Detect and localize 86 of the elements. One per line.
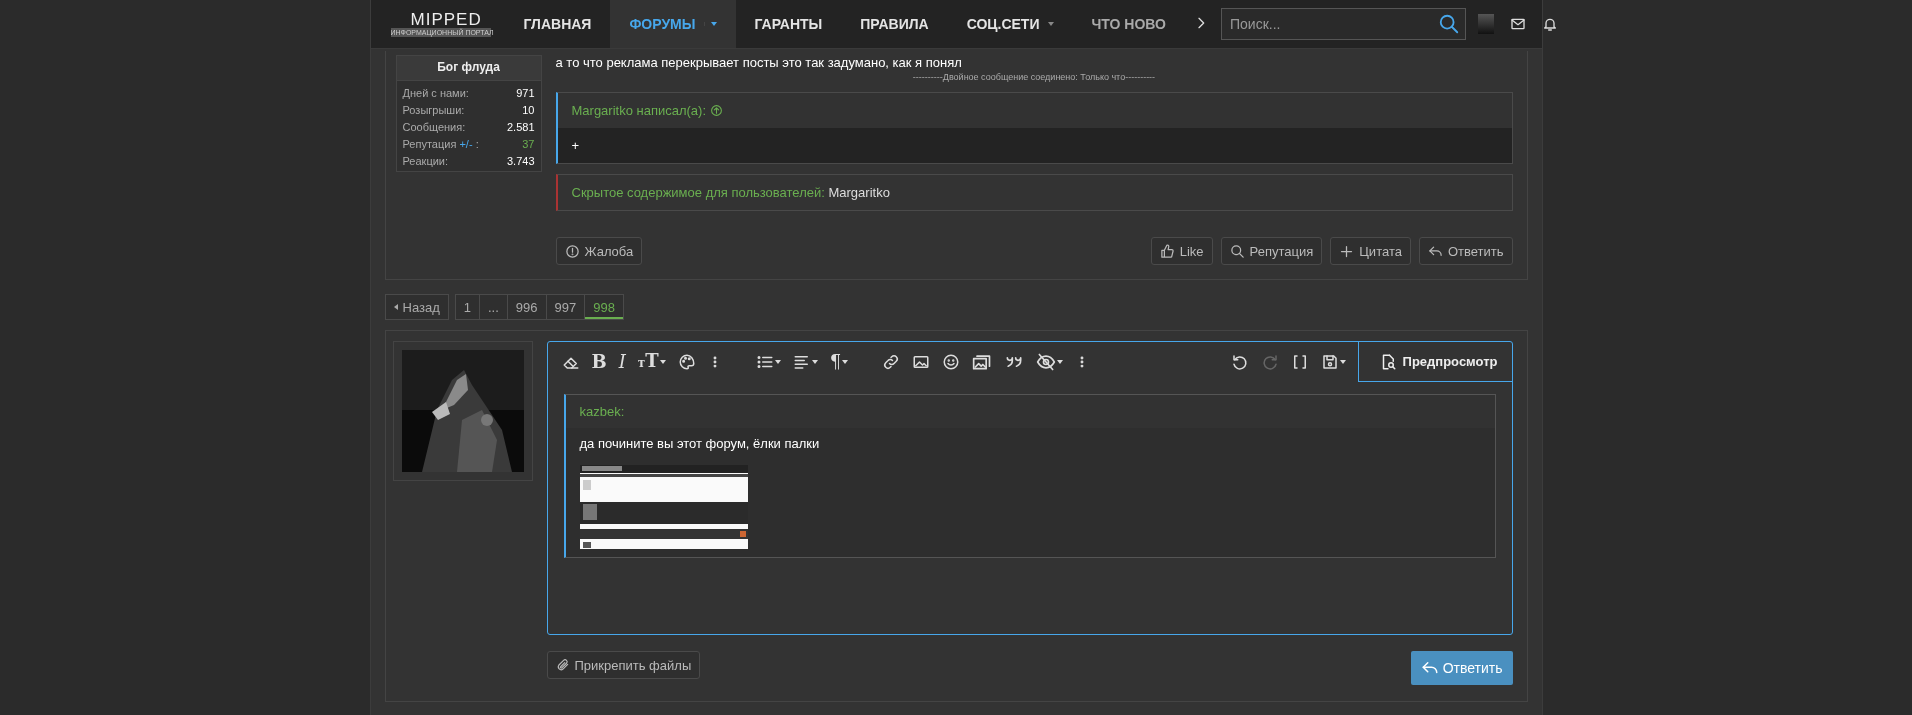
hide-button[interactable] <box>1036 352 1064 372</box>
bold-button[interactable]: B <box>591 353 607 371</box>
caret-left-icon <box>393 304 398 310</box>
stat-label: Реакции: <box>402 155 449 167</box>
caret-icon <box>1057 360 1064 364</box>
logo-title: MIPPED <box>410 11 483 28</box>
nav-tab[interactable]: ФОРУМЫ <box>610 0 736 48</box>
image-icon <box>912 353 931 371</box>
preview-tab[interactable]: Предпросмотр <box>1357 342 1512 382</box>
palette-button[interactable] <box>677 353 696 371</box>
alert-circle-icon <box>564 243 580 259</box>
smile-icon <box>942 353 961 371</box>
undo-icon <box>1230 353 1249 371</box>
image-button[interactable] <box>912 353 931 371</box>
italic-button[interactable]: I <box>618 353 626 371</box>
size-button[interactable]: тT <box>637 352 666 372</box>
undo-button[interactable] <box>1230 353 1249 371</box>
palette-icon <box>677 353 696 371</box>
editor[interactable]: B I тT ¶ Предпросмотр kazbek: да почините вы этот форум, ёлки палки <box>546 341 1513 635</box>
quote-text: да почините вы этот форум, ёлки палки <box>579 436 821 451</box>
link-button[interactable] <box>882 353 901 371</box>
stat-label: Сообщения: <box>402 121 466 133</box>
smile-button[interactable] <box>942 353 961 371</box>
gallery-icon <box>972 352 993 372</box>
stat-value: 37 <box>522 138 535 150</box>
search-icon <box>1229 243 1245 259</box>
caret-icon <box>811 360 818 364</box>
paperclip-icon <box>555 658 570 672</box>
report-button[interactable]: Жалоба <box>555 237 643 265</box>
quote-text: + <box>571 138 580 153</box>
list-icon <box>755 353 774 371</box>
caret-icon <box>1047 22 1054 26</box>
user-title: Бог флуда <box>396 56 541 81</box>
caret-icon <box>710 22 717 26</box>
page-link[interactable]: 997 <box>546 295 586 319</box>
caret-icon <box>659 360 666 364</box>
search-field[interactable]: Поиск... <box>1221 8 1466 40</box>
hidden-content-users: Margaritko <box>828 185 890 200</box>
mail-icon <box>1510 16 1526 32</box>
list-button[interactable] <box>755 353 781 371</box>
link-icon <box>882 353 901 371</box>
post-text: а то что реклама перекрывает посты это так задумано, как я понял <box>555 55 963 70</box>
stat-label: Розыгрыши: <box>402 104 465 116</box>
caret-icon <box>1339 360 1346 364</box>
save-button[interactable] <box>1320 353 1346 371</box>
plus-icon <box>1339 243 1355 259</box>
page-link[interactable]: 996 <box>507 295 547 319</box>
thumbs-up-icon <box>1159 243 1175 259</box>
page-link[interactable]: 1 <box>455 295 480 319</box>
caret-icon <box>842 360 849 364</box>
stat-value: 3.743 <box>506 155 535 167</box>
caret-icon <box>774 360 781 364</box>
save-icon <box>1320 353 1339 371</box>
bell-icon <box>1542 16 1558 32</box>
nav-tab[interactable]: ПРАВИЛА <box>841 0 948 48</box>
page-link[interactable]: ... <box>480 295 508 319</box>
nav-tab[interactable]: ГАРАНТЫ <box>735 0 842 48</box>
stat-label: Репутация +/- : <box>402 138 479 150</box>
nav-tab[interactable]: СОЦ.СЕТИ <box>947 0 1073 48</box>
arrow-up-circle-icon <box>710 104 724 117</box>
quote-button[interactable]: Цитата <box>1330 237 1411 265</box>
nav-tab[interactable]: ГЛАВНАЯ <box>504 0 611 48</box>
stat-label: Дней с нами: <box>402 87 469 99</box>
reputation-button[interactable]: Репутация <box>1220 237 1323 265</box>
attach-files-button[interactable]: Прикрепить файлы <box>546 651 701 679</box>
page-link[interactable]: 998 <box>585 295 623 319</box>
align-icon <box>792 353 811 371</box>
like-button[interactable]: Like <box>1150 237 1213 265</box>
redo-icon <box>1260 353 1279 371</box>
user-avatar[interactable] <box>1478 14 1494 34</box>
align-button[interactable] <box>792 353 818 371</box>
quote-author[interactable]: kazbek: <box>579 404 625 419</box>
hidden-content-label: Скрытое содержимое для пользователей: <box>571 185 825 200</box>
stat-value: 10 <box>522 104 535 116</box>
nav-tab[interactable]: ЧТО НОВО <box>1072 0 1185 48</box>
previous-page-button[interactable]: Назад <box>384 294 449 320</box>
paragraph-button[interactable]: ¶ <box>829 353 849 371</box>
reply-button[interactable]: Ответить <box>1418 237 1513 265</box>
merge-note: ----------Двойное сообщение соединено: Только что---------- <box>911 72 1157 82</box>
stat-value: 971 <box>516 87 535 99</box>
search-icon <box>1438 13 1460 35</box>
eye-off-icon <box>1036 352 1057 372</box>
reply-icon <box>1427 243 1443 259</box>
gallery-button[interactable] <box>972 352 993 372</box>
stat-value: 2.581 <box>506 121 535 133</box>
quote-author[interactable]: Margaritko написал(а): <box>571 103 707 118</box>
